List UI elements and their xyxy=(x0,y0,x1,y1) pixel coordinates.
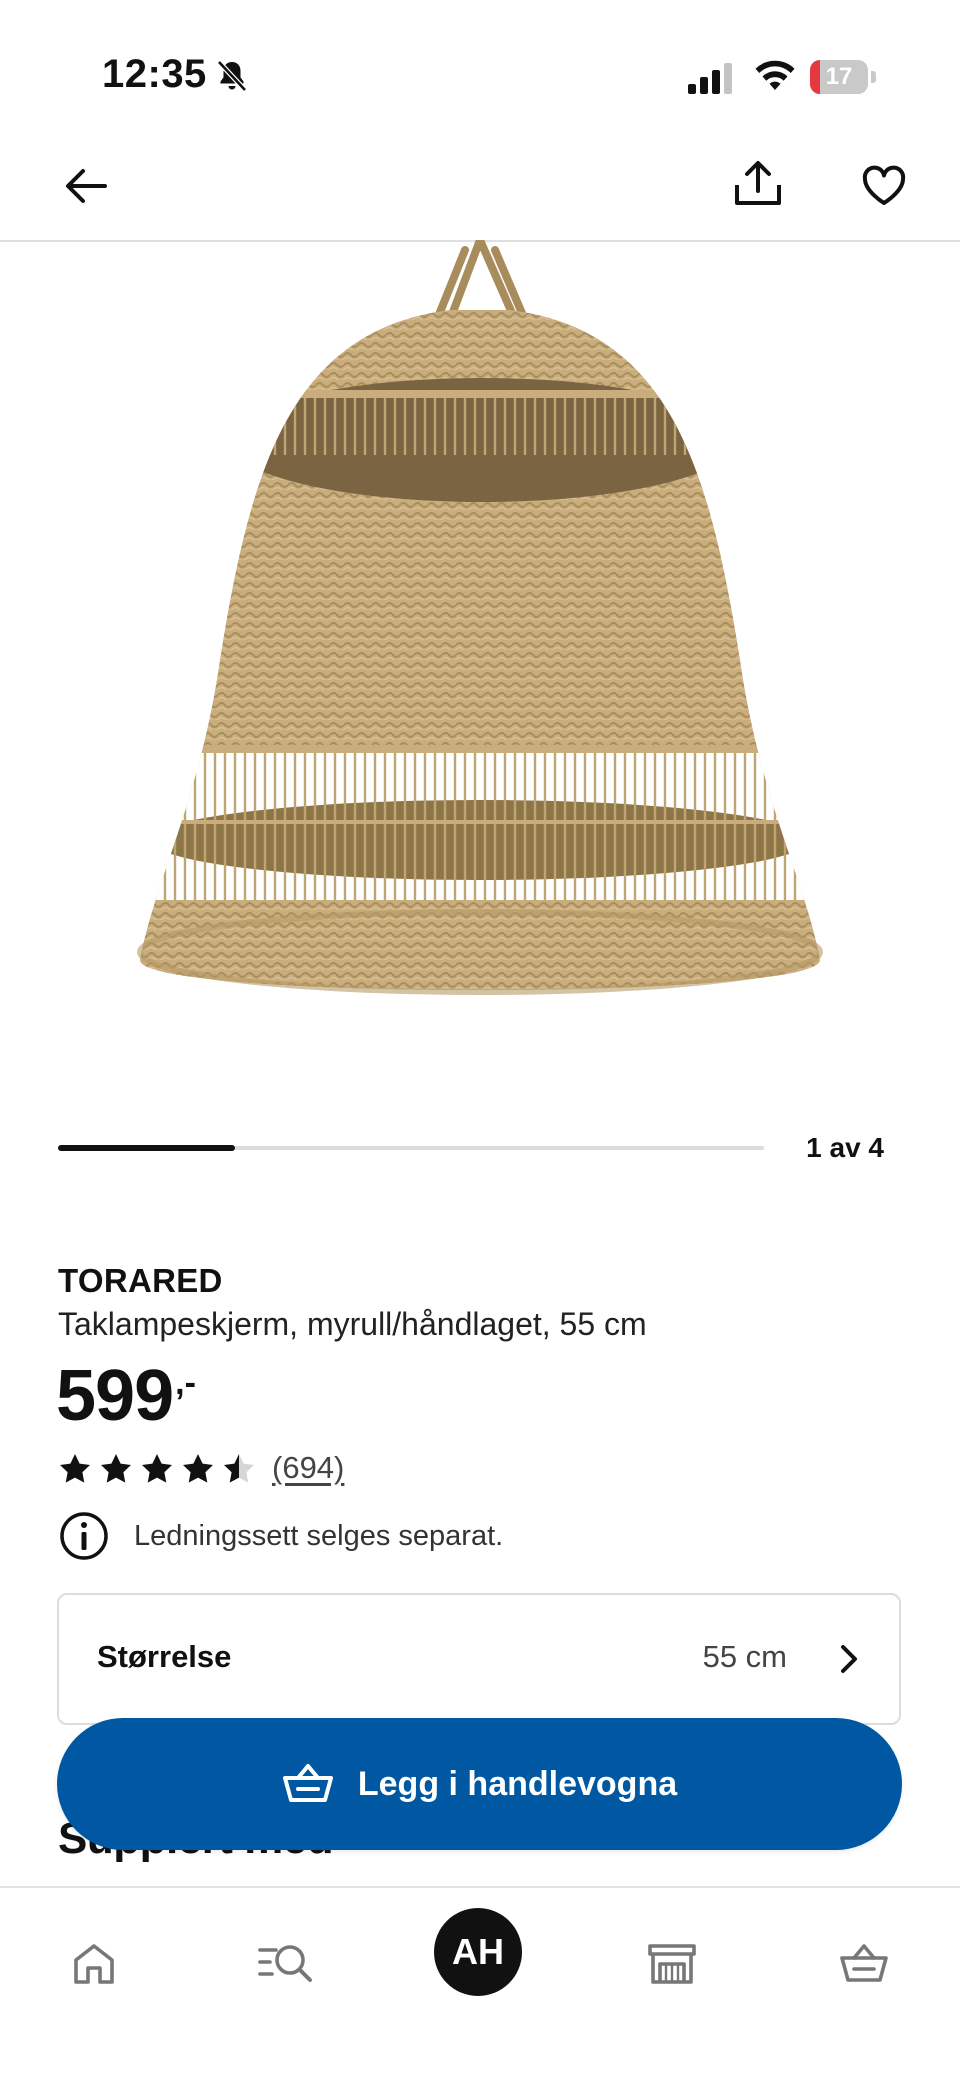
tab-cart[interactable] xyxy=(824,1924,904,2004)
chevron-right-icon xyxy=(841,1645,857,1673)
rating-star-icon xyxy=(224,1454,254,1483)
search-list-icon xyxy=(258,1945,312,1982)
product-name: TORARED xyxy=(58,1262,223,1299)
rating-star-icon xyxy=(101,1454,131,1483)
tab-home[interactable] xyxy=(54,1924,134,2004)
store-icon xyxy=(648,1944,696,1984)
bell-slash-icon xyxy=(216,58,248,94)
shopping-basket-icon xyxy=(282,1764,333,1802)
profile-avatar[interactable]: AH xyxy=(434,1908,522,1996)
tab-store[interactable] xyxy=(632,1924,712,2004)
price-amount: 599 xyxy=(56,1356,174,1436)
product-description: Taklampeskjerm, myrull/håndlaget, 55 cm xyxy=(58,1306,647,1342)
size-value: 55 cm xyxy=(702,1639,787,1674)
favorite-heart-icon[interactable] xyxy=(856,158,912,214)
home-icon xyxy=(74,1944,114,1984)
review-count-link[interactable]: (694) xyxy=(272,1450,344,1486)
add-to-cart-label: Legg i handlevogna xyxy=(357,1764,678,1803)
info-notice: Ledningssett selges separat. xyxy=(58,1510,503,1562)
rating-star-icon xyxy=(142,1454,172,1483)
bottom-tab-bar: AH xyxy=(0,1886,960,2089)
info-notice-text: Ledningssett selges separat. xyxy=(134,1519,504,1552)
cart-icon xyxy=(840,1944,888,1982)
battery-level: 17 xyxy=(825,63,853,90)
size-selector[interactable]: Størrelse 55 cm xyxy=(57,1593,901,1725)
gallery-position-label: 1 av 4 xyxy=(806,1132,884,1163)
rating-stars[interactable] xyxy=(58,1452,256,1486)
rating-star-icon xyxy=(60,1454,90,1483)
tab-search[interactable] xyxy=(246,1924,326,2004)
rating-star-icon xyxy=(183,1454,213,1483)
info-icon xyxy=(60,1512,108,1560)
wifi-icon xyxy=(754,60,796,94)
product-price: 599 ,- xyxy=(56,1354,196,1438)
back-arrow-icon[interactable] xyxy=(58,158,114,214)
share-icon[interactable] xyxy=(730,156,786,212)
price-suffix: ,- xyxy=(175,1364,196,1402)
add-to-cart-button[interactable]: Legg i handlevogna xyxy=(57,1718,902,1850)
battery-icon: 17 xyxy=(810,60,876,94)
product-image[interactable] xyxy=(120,236,840,1080)
status-time: 12:35 xyxy=(102,52,207,96)
size-label: Størrelse xyxy=(97,1639,232,1674)
cellular-signal-icon xyxy=(688,62,736,96)
gallery-progress-bar xyxy=(58,1145,764,1151)
